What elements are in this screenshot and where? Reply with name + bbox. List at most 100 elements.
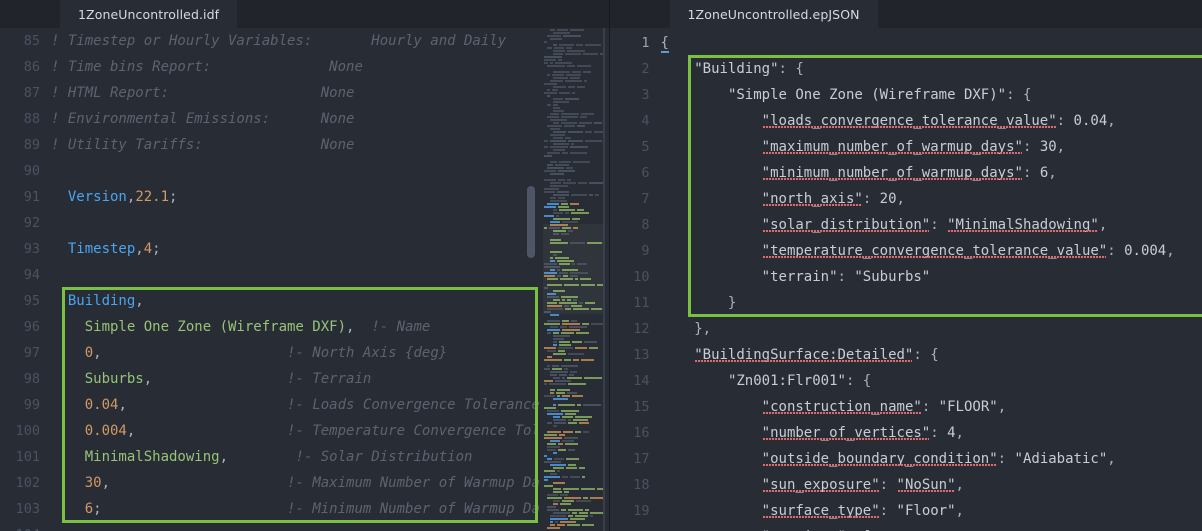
- minimap-segment: [549, 472, 557, 475]
- code-line[interactable]: 9 "temperature_convergence_tolerance_val…: [610, 238, 1202, 264]
- code-line[interactable]: 94: [0, 262, 539, 288]
- minimap-segment: [566, 523, 580, 526]
- code-line[interactable]: 92: [0, 210, 539, 236]
- line-number: 91: [23, 189, 40, 205]
- code-text: "outside_boundary_condition": "Adiabatic…: [661, 446, 1116, 472]
- code-line[interactable]: 17 "outside_boundary_condition": "Adiaba…: [610, 446, 1202, 472]
- tab-1zoneuncontrolled-idf[interactable]: 1ZoneUncontrolled.idf: [60, 0, 238, 28]
- minimap-segment: [549, 79, 563, 82]
- code-line[interactable]: 99 0.04, !- Loads Convergence Tolerance …: [0, 392, 539, 418]
- code-line[interactable]: 98 Suburbs, !- Terrain: [0, 366, 539, 392]
- minimap-segment: [543, 394, 555, 397]
- code-line[interactable]: 95 Building,: [0, 288, 539, 314]
- minimap-idf[interactable]: [542, 28, 605, 531]
- code-line[interactable]: 7 "north_axis": 20,: [610, 186, 1202, 212]
- code-line[interactable]: 4 "loads_convergence_tolerance_value": 0…: [610, 108, 1202, 134]
- minimap-segment: [563, 124, 575, 127]
- minimap-segment: [568, 325, 587, 328]
- minimap-segment: [565, 166, 573, 169]
- minimap-segment: [543, 460, 561, 463]
- code-token: 22.1: [135, 189, 170, 205]
- code-line[interactable]: 6 "minimum_number_of_warmup_days": 6,: [610, 160, 1202, 186]
- minimap-segment: [571, 70, 581, 73]
- minimap-segment: [566, 49, 585, 52]
- minimap-segment: [565, 457, 579, 460]
- code-line[interactable]: 97 0, !- North Axis {deg}: [0, 340, 539, 366]
- code-line[interactable]: 18 "sun_exposure": "NoSun",: [610, 472, 1202, 498]
- minimap-segment: [549, 325, 558, 328]
- code-line[interactable]: 8 "solar_distribution": "MinimalShadowin…: [610, 212, 1202, 238]
- line-number: 14: [633, 373, 650, 389]
- minimap-segment: [572, 358, 579, 361]
- code-line[interactable]: 104: [0, 522, 539, 531]
- minimap-segment: [590, 511, 603, 514]
- code-line[interactable]: 10 "terrain": "Suburbs": [610, 264, 1202, 290]
- line-number: 93: [23, 241, 40, 257]
- minimap-segment: [578, 511, 589, 514]
- code-line[interactable]: 2 "Building": {: [610, 56, 1202, 82]
- editor-idf[interactable]: 85 ! Timestep or Hourly Variables: Hourly…: [0, 28, 609, 531]
- minimap-segment: [556, 190, 569, 193]
- code-line[interactable]: 88 ! Environmental Emissions: None: [0, 106, 539, 132]
- code-area-idf[interactable]: 85 ! Timestep or Hourly Variables: Hourly…: [0, 28, 539, 531]
- tabbar-right: 1ZoneUncontrolled.epJSON: [609, 0, 1202, 28]
- code-line[interactable]: 103 6; !- Minimum Number of Warmup Days: [0, 496, 539, 522]
- editor-workspace: 1ZoneUncontrolled.idf 85! Timestep or Ho…: [0, 0, 1202, 531]
- minimap-segment: [549, 199, 567, 202]
- minimap-segment: [552, 481, 565, 484]
- minimap-segment: [561, 439, 574, 442]
- tab-1zoneuncontrolled-epjson[interactable]: 1ZoneUncontrolled.epJSON: [669, 0, 878, 28]
- minimap-segment: [543, 436, 562, 439]
- code-text: "maximum_number_of_warmup_days": 30,: [661, 134, 1065, 160]
- code-area-epjson[interactable]: 1{2 "Building": {3 "Simple One Zone (Wir…: [610, 28, 1202, 531]
- minimap-segment: [552, 376, 560, 379]
- code-line[interactable]: 12 },: [610, 316, 1202, 342]
- code-line[interactable]: 101 MinimalShadowing, !- Solar Distribut…: [0, 444, 539, 470]
- minimap-segment: [543, 406, 556, 409]
- line-number: 100: [15, 423, 40, 439]
- code-line[interactable]: 1{: [610, 30, 1202, 56]
- code-line[interactable]: 87 ! HTML Report: None: [0, 80, 539, 106]
- editor-epjson[interactable]: 1{2 "Building": {3 "Simple One Zone (Wir…: [609, 28, 1202, 531]
- minimap-segment: [569, 151, 587, 154]
- code-line[interactable]: 89 ! Utility Tariffs: None: [0, 132, 539, 158]
- code-line[interactable]: 5 "maximum_number_of_warmup_days": 30,: [610, 134, 1202, 160]
- code-token: 30: [84, 475, 102, 491]
- code-line[interactable]: 86 ! Time bins Report: None: [0, 54, 539, 80]
- code-line[interactable]: 96 Simple One Zone (Wireframe DXF), !- N…: [0, 314, 539, 340]
- minimap-segment: [552, 211, 563, 214]
- minimap-segment: [549, 145, 568, 148]
- minimap-segment: [580, 358, 594, 361]
- minimap-segment: [567, 352, 584, 355]
- code-line[interactable]: 15 "construction_name": "FLOOR",: [610, 394, 1202, 420]
- vertical-scrollbar-idf[interactable]: [526, 186, 535, 258]
- code-line[interactable]: 3 "Simple One Zone (Wireframe DXF)": {: [610, 82, 1202, 108]
- code-token: "loads_convergence_tolerance_value": [761, 113, 1057, 129]
- code-line[interactable]: 14 "Zn001:Flr001": {: [610, 368, 1202, 394]
- minimap-viewport-slider[interactable]: [542, 224, 605, 314]
- code-token: ! Time bins Report:: [51, 59, 212, 75]
- code-line[interactable]: 19 "surface_type": "Floor",: [610, 498, 1202, 524]
- minimap-segment: [562, 34, 581, 37]
- code-line[interactable]: 102 30, !- Maximum Number of Warmup Days: [0, 470, 539, 496]
- code-line[interactable]: 20 "vertices": [: [610, 524, 1202, 531]
- code-line[interactable]: 93 Timestep,4;: [0, 236, 539, 262]
- minimap-segment: [546, 115, 559, 118]
- minimap-segment: [549, 517, 568, 520]
- code-line[interactable]: 100 0.004, !- Temperature Convergence To…: [0, 418, 539, 444]
- minimap-segment: [581, 523, 594, 526]
- code-line[interactable]: 91 Version,22.1;: [0, 184, 539, 210]
- code-line[interactable]: 85 ! Timestep or Hourly Variables: Hourly…: [0, 28, 539, 54]
- minimap-segment: [556, 28, 568, 31]
- code-line[interactable]: 90: [0, 158, 539, 184]
- line-number: 10: [633, 269, 650, 285]
- code-line[interactable]: 11 }: [610, 290, 1202, 316]
- minimap-segment: [571, 91, 575, 94]
- minimap-segment: [552, 49, 565, 52]
- line-number: 17: [633, 451, 650, 467]
- code-line[interactable]: 13 "BuildingSurface:Detailed": {: [610, 342, 1202, 368]
- code-line[interactable]: 16 "number_of_vertices": 4,: [610, 420, 1202, 446]
